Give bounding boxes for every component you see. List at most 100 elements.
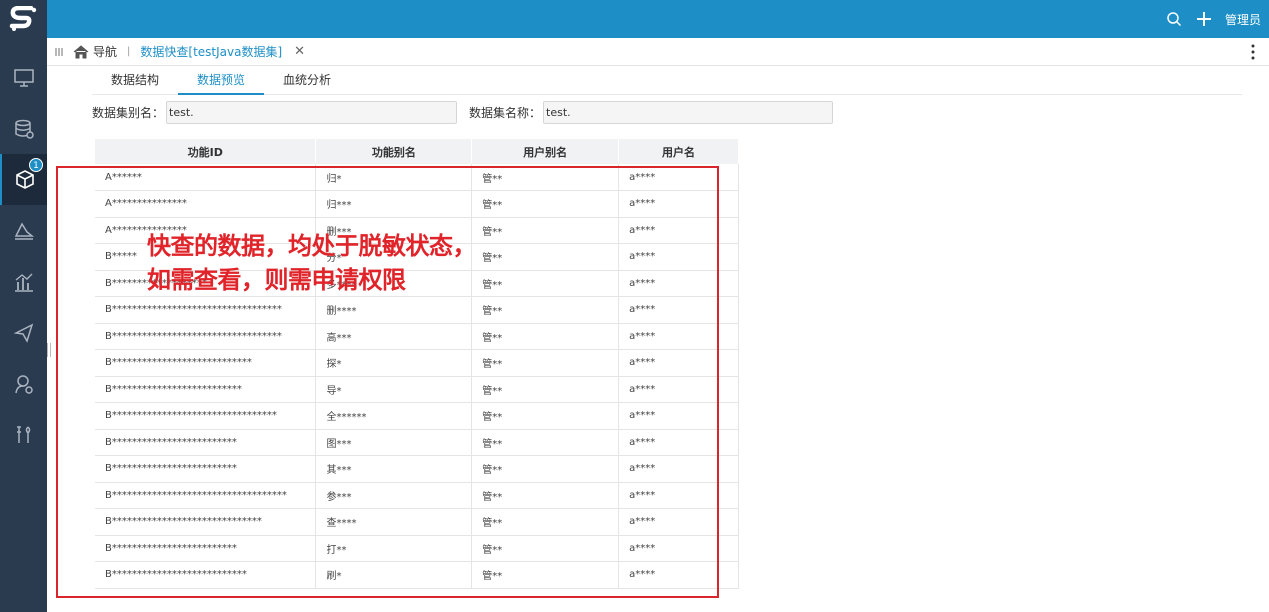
search-button[interactable] — [1159, 0, 1189, 38]
table-cell: B************************* — [95, 455, 317, 483]
column-header[interactable]: 功能ID — [95, 139, 317, 164]
table-row[interactable]: B****************************** 查**** 管** a… — [95, 508, 739, 536]
table-cell: B****************************** — [95, 508, 317, 536]
column-header[interactable]: 用户别名 — [471, 139, 620, 164]
table-cell: a**** — [618, 190, 739, 218]
table-row[interactable]: B********************************** 高*** 管… — [95, 323, 739, 350]
layers-icon — [14, 221, 34, 240]
send-icon — [13, 323, 33, 343]
menu-toggle[interactable] — [51, 47, 67, 57]
sidebar-item-database[interactable] — [0, 103, 47, 154]
sub-tabs: 数据结构 数据预览 血统分析 — [92, 66, 1242, 95]
table-row[interactable]: B************************* 打** 管** a**** — [95, 535, 739, 562]
table-cell: a**** — [618, 217, 739, 244]
table-cell: 探* — [315, 349, 473, 377]
table-cell: B********************************** — [95, 296, 317, 324]
table-cell: 管** — [471, 323, 620, 350]
sidebar-item-analysis[interactable] — [0, 256, 47, 307]
add-button[interactable] — [1189, 0, 1219, 38]
plus-icon — [1196, 12, 1211, 26]
table-cell: 打** — [315, 535, 473, 562]
table-row[interactable]: B**************************** 探* 管** a**** — [95, 349, 739, 377]
table-cell: A****** — [95, 164, 317, 191]
table-cell: 图*** — [315, 429, 473, 456]
search-icon — [1167, 12, 1182, 27]
user-menu[interactable]: 管理员 — [1225, 11, 1261, 28]
tab-separator: | — [127, 46, 131, 57]
data-preview-table: 功能ID 功能别名 用户别名 用户名 A****** 归* 管** a**** A***… — [95, 139, 739, 589]
more-menu[interactable] — [1251, 44, 1255, 63]
tab-lineage-analysis[interactable]: 血统分析 — [264, 66, 350, 95]
alias-input[interactable] — [166, 101, 458, 124]
table-row[interactable]: A*************** 归*** 管** a**** — [95, 190, 739, 218]
user-settings-icon — [14, 374, 33, 394]
table-cell: a**** — [618, 402, 739, 430]
table-cell: a**** — [618, 455, 739, 483]
table-row[interactable]: A****** 归* 管** a**** — [95, 164, 739, 191]
table-cell: 管** — [471, 402, 620, 430]
column-header[interactable]: 功能别名 — [315, 139, 473, 164]
sidebar-item-layers[interactable] — [0, 205, 47, 256]
more-vertical-icon — [1251, 44, 1255, 60]
table-cell: a**** — [618, 296, 739, 324]
name-field-group: 数据集名称： — [469, 101, 834, 124]
table-cell: B************************** — [95, 376, 317, 403]
table-cell: a**** — [618, 561, 739, 589]
table-cell: 其*** — [315, 455, 473, 483]
tools-icon — [16, 425, 30, 443]
annotation-text: 快查的数据，均处于脱敏状态， 如需查看，则需申请权限 — [147, 232, 477, 294]
notification-badge: 1 — [29, 158, 43, 172]
table-row[interactable]: B********************************* 全*****… — [95, 402, 739, 430]
table-cell: 管** — [471, 296, 620, 324]
top-actions: 管理员 — [1159, 0, 1269, 38]
column-header[interactable]: 用户名 — [618, 139, 739, 164]
table-row[interactable]: B*************************** 刷* 管** a**** — [95, 561, 739, 589]
table-row[interactable]: B************************* 图*** 管** a**** — [95, 429, 739, 456]
table-cell: B************************* — [95, 429, 317, 456]
table-row[interactable]: B*********************************** 参***… — [95, 482, 739, 509]
app-logo[interactable] — [0, 0, 47, 38]
table-cell: A*************** — [95, 190, 317, 218]
table-cell: 查**** — [315, 508, 473, 536]
table-row[interactable]: B************************** 导* 管** a**** — [95, 376, 739, 403]
name-label: 数据集名称： — [469, 106, 542, 120]
sidebar-resize-handle[interactable] — [47, 343, 51, 357]
table-cell: 导* — [315, 376, 473, 403]
bar-chart-icon — [14, 273, 33, 292]
app-root: 管理员 1 导航 | 数据快查[testJava数据集] ✕ 数据结构 数据预览… — [0, 0, 1269, 612]
table-cell: 全****** — [315, 402, 473, 430]
table-cell: 管** — [471, 561, 620, 589]
tab-data-structure[interactable]: 数据结构 — [92, 66, 178, 95]
table-cell: 删**** — [315, 296, 473, 324]
table-row[interactable]: B************************* 其*** 管** a**** — [95, 455, 739, 483]
name-input[interactable] — [543, 101, 834, 124]
tab-bar: 导航 | 数据快查[testJava数据集] ✕ — [47, 38, 1269, 66]
sidebar-item-publish[interactable] — [0, 307, 47, 358]
table-cell: 管** — [471, 482, 620, 509]
table-cell: B********************************* — [95, 402, 317, 430]
home-nav[interactable]: 导航 — [73, 43, 117, 60]
home-icon — [73, 44, 89, 58]
sidebar-item-dataset[interactable]: 1 — [0, 154, 47, 205]
alias-label: 数据集别名： — [92, 106, 165, 120]
table-cell: 管** — [471, 164, 620, 191]
table-cell: a**** — [618, 270, 739, 297]
table-cell: 管** — [471, 349, 620, 377]
sidebar-item-users[interactable] — [0, 358, 47, 409]
table-cell: a**** — [618, 482, 739, 509]
tab-data-preview[interactable]: 数据预览 — [178, 66, 265, 95]
table-cell: a**** — [618, 535, 739, 562]
sidebar-item-monitor[interactable] — [0, 52, 47, 103]
table-cell: 刷* — [315, 561, 473, 589]
table-cell: 管** — [471, 508, 620, 536]
tab-dataset-query[interactable]: 数据快查[testJava数据集] — [140, 43, 282, 60]
sidebar-item-tools[interactable] — [0, 409, 47, 460]
table-cell: B************************* — [95, 535, 317, 562]
columns-icon — [55, 47, 63, 56]
table-body: A****** 归* 管** a**** A*************** 归*** 管**… — [95, 164, 739, 589]
table-cell: 管** — [471, 190, 620, 218]
home-label: 导航 — [93, 45, 118, 59]
close-icon[interactable]: ✕ — [294, 44, 305, 59]
table-cell: 归* — [315, 164, 473, 191]
table-row[interactable]: B********************************** 删****… — [95, 296, 739, 324]
